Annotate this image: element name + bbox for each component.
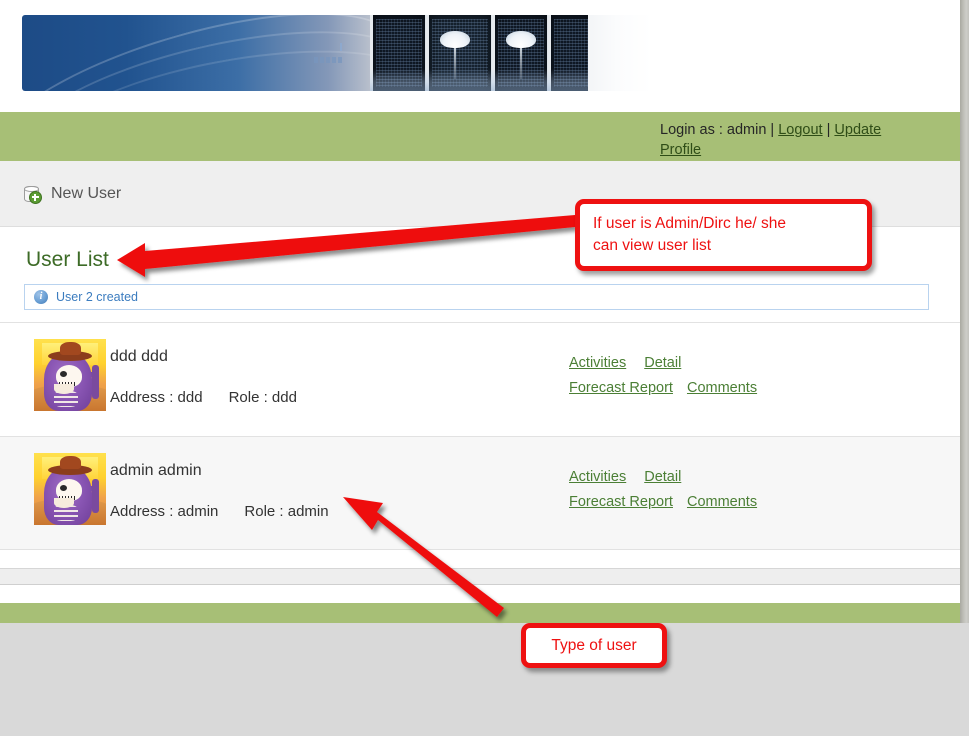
footer-band <box>0 603 960 623</box>
spacer-strip-bottom <box>0 585 960 603</box>
user-meta: Address : ddd Role : ddd <box>110 389 297 406</box>
user-role: Role : ddd <box>228 389 297 406</box>
avatar <box>34 453 106 525</box>
desktop-background <box>0 641 969 736</box>
server-rack-1 <box>370 15 428 91</box>
user-name: ddd ddd <box>110 348 168 365</box>
ceiling-lamp-stem-2 <box>520 45 522 79</box>
info-circle-icon: i <box>34 290 48 304</box>
user-meta: Address : admin Role : admin <box>110 503 329 520</box>
comments-link[interactable]: Comments <box>687 380 757 396</box>
user-actions-line-2: Forecast Report Comments <box>569 376 899 401</box>
server-rack-2 <box>426 15 494 91</box>
screenshot-root: Login as : admin | Logout | Update Profi… <box>0 0 969 736</box>
forecast-report-link[interactable]: Forecast Report <box>569 494 673 510</box>
login-bar: Login as : admin | Logout | Update Profi… <box>0 112 960 161</box>
avatar-hat-crown <box>60 342 81 355</box>
table-row: admin admin Address : admin Role : admin … <box>0 436 960 550</box>
comments-link[interactable]: Comments <box>687 494 757 510</box>
detail-link[interactable]: Detail <box>644 469 681 485</box>
banner-area <box>0 0 960 112</box>
ceiling-lamp-stem-1 <box>454 45 456 79</box>
ceiling-lamp-1 <box>440 31 470 48</box>
user-address: Address : admin <box>110 503 219 520</box>
new-user-button[interactable]: New User <box>22 184 121 204</box>
database-add-icon <box>22 184 42 204</box>
avatar-jaw <box>54 498 74 508</box>
callout-line-1: If user is Admin/Dirc he/ she <box>593 215 786 232</box>
banner-white-fade <box>588 15 652 91</box>
forecast-report-link[interactable]: Forecast Report <box>569 380 673 396</box>
user-address: Address : ddd <box>110 389 203 406</box>
banner-window-lights <box>314 57 344 63</box>
logout-link[interactable]: Logout <box>778 122 822 138</box>
avatar <box>34 339 106 411</box>
info-message-box: i User 2 created <box>24 284 929 310</box>
login-separator-2: | <box>822 122 835 138</box>
new-user-label: New User <box>51 185 122 202</box>
login-separator-1: | <box>766 122 779 138</box>
user-actions-line-1: Activities Detail <box>569 351 899 376</box>
page-title: User List <box>26 248 109 271</box>
login-status: Login as : admin | Logout | Update Profi… <box>660 120 916 160</box>
activities-link[interactable]: Activities <box>569 469 626 485</box>
user-name: admin admin <box>110 462 202 479</box>
banner-light-dot <box>340 43 342 51</box>
avatar-cactus <box>84 479 99 513</box>
web-page: Login as : admin | Logout | Update Profi… <box>0 0 960 623</box>
callout-type-of-user: Type of user <box>521 623 667 668</box>
login-as-text: Login as : admin <box>660 122 767 138</box>
callout-line-2: can view user list <box>593 237 712 254</box>
user-actions: Activities Detail Forecast Report Comments <box>569 465 899 515</box>
plus-badge-icon <box>29 191 42 204</box>
user-actions: Activities Detail Forecast Report Comments <box>569 351 899 401</box>
avatar-jaw <box>54 384 74 394</box>
banner-blue-gradient <box>22 15 433 91</box>
activities-link[interactable]: Activities <box>569 355 626 371</box>
info-message-text: User 2 created <box>56 290 138 304</box>
ceiling-lamp-2 <box>506 31 536 48</box>
user-role: Role : admin <box>244 503 329 520</box>
avatar-hat-crown <box>60 456 81 469</box>
user-actions-line-1: Activities Detail <box>569 465 899 490</box>
divider-bar <box>0 568 960 585</box>
callout-admin-view: If user is Admin/Dirc he/ she can view u… <box>575 199 872 271</box>
detail-link[interactable]: Detail <box>644 355 681 371</box>
spacer-strip-top <box>0 556 960 568</box>
table-row: ddd ddd Address : ddd Role : ddd Activiti… <box>0 322 960 436</box>
avatar-cactus <box>84 365 99 399</box>
site-banner-image <box>22 15 652 91</box>
page-right-gutter <box>960 0 969 623</box>
user-actions-line-2: Forecast Report Comments <box>569 490 899 515</box>
